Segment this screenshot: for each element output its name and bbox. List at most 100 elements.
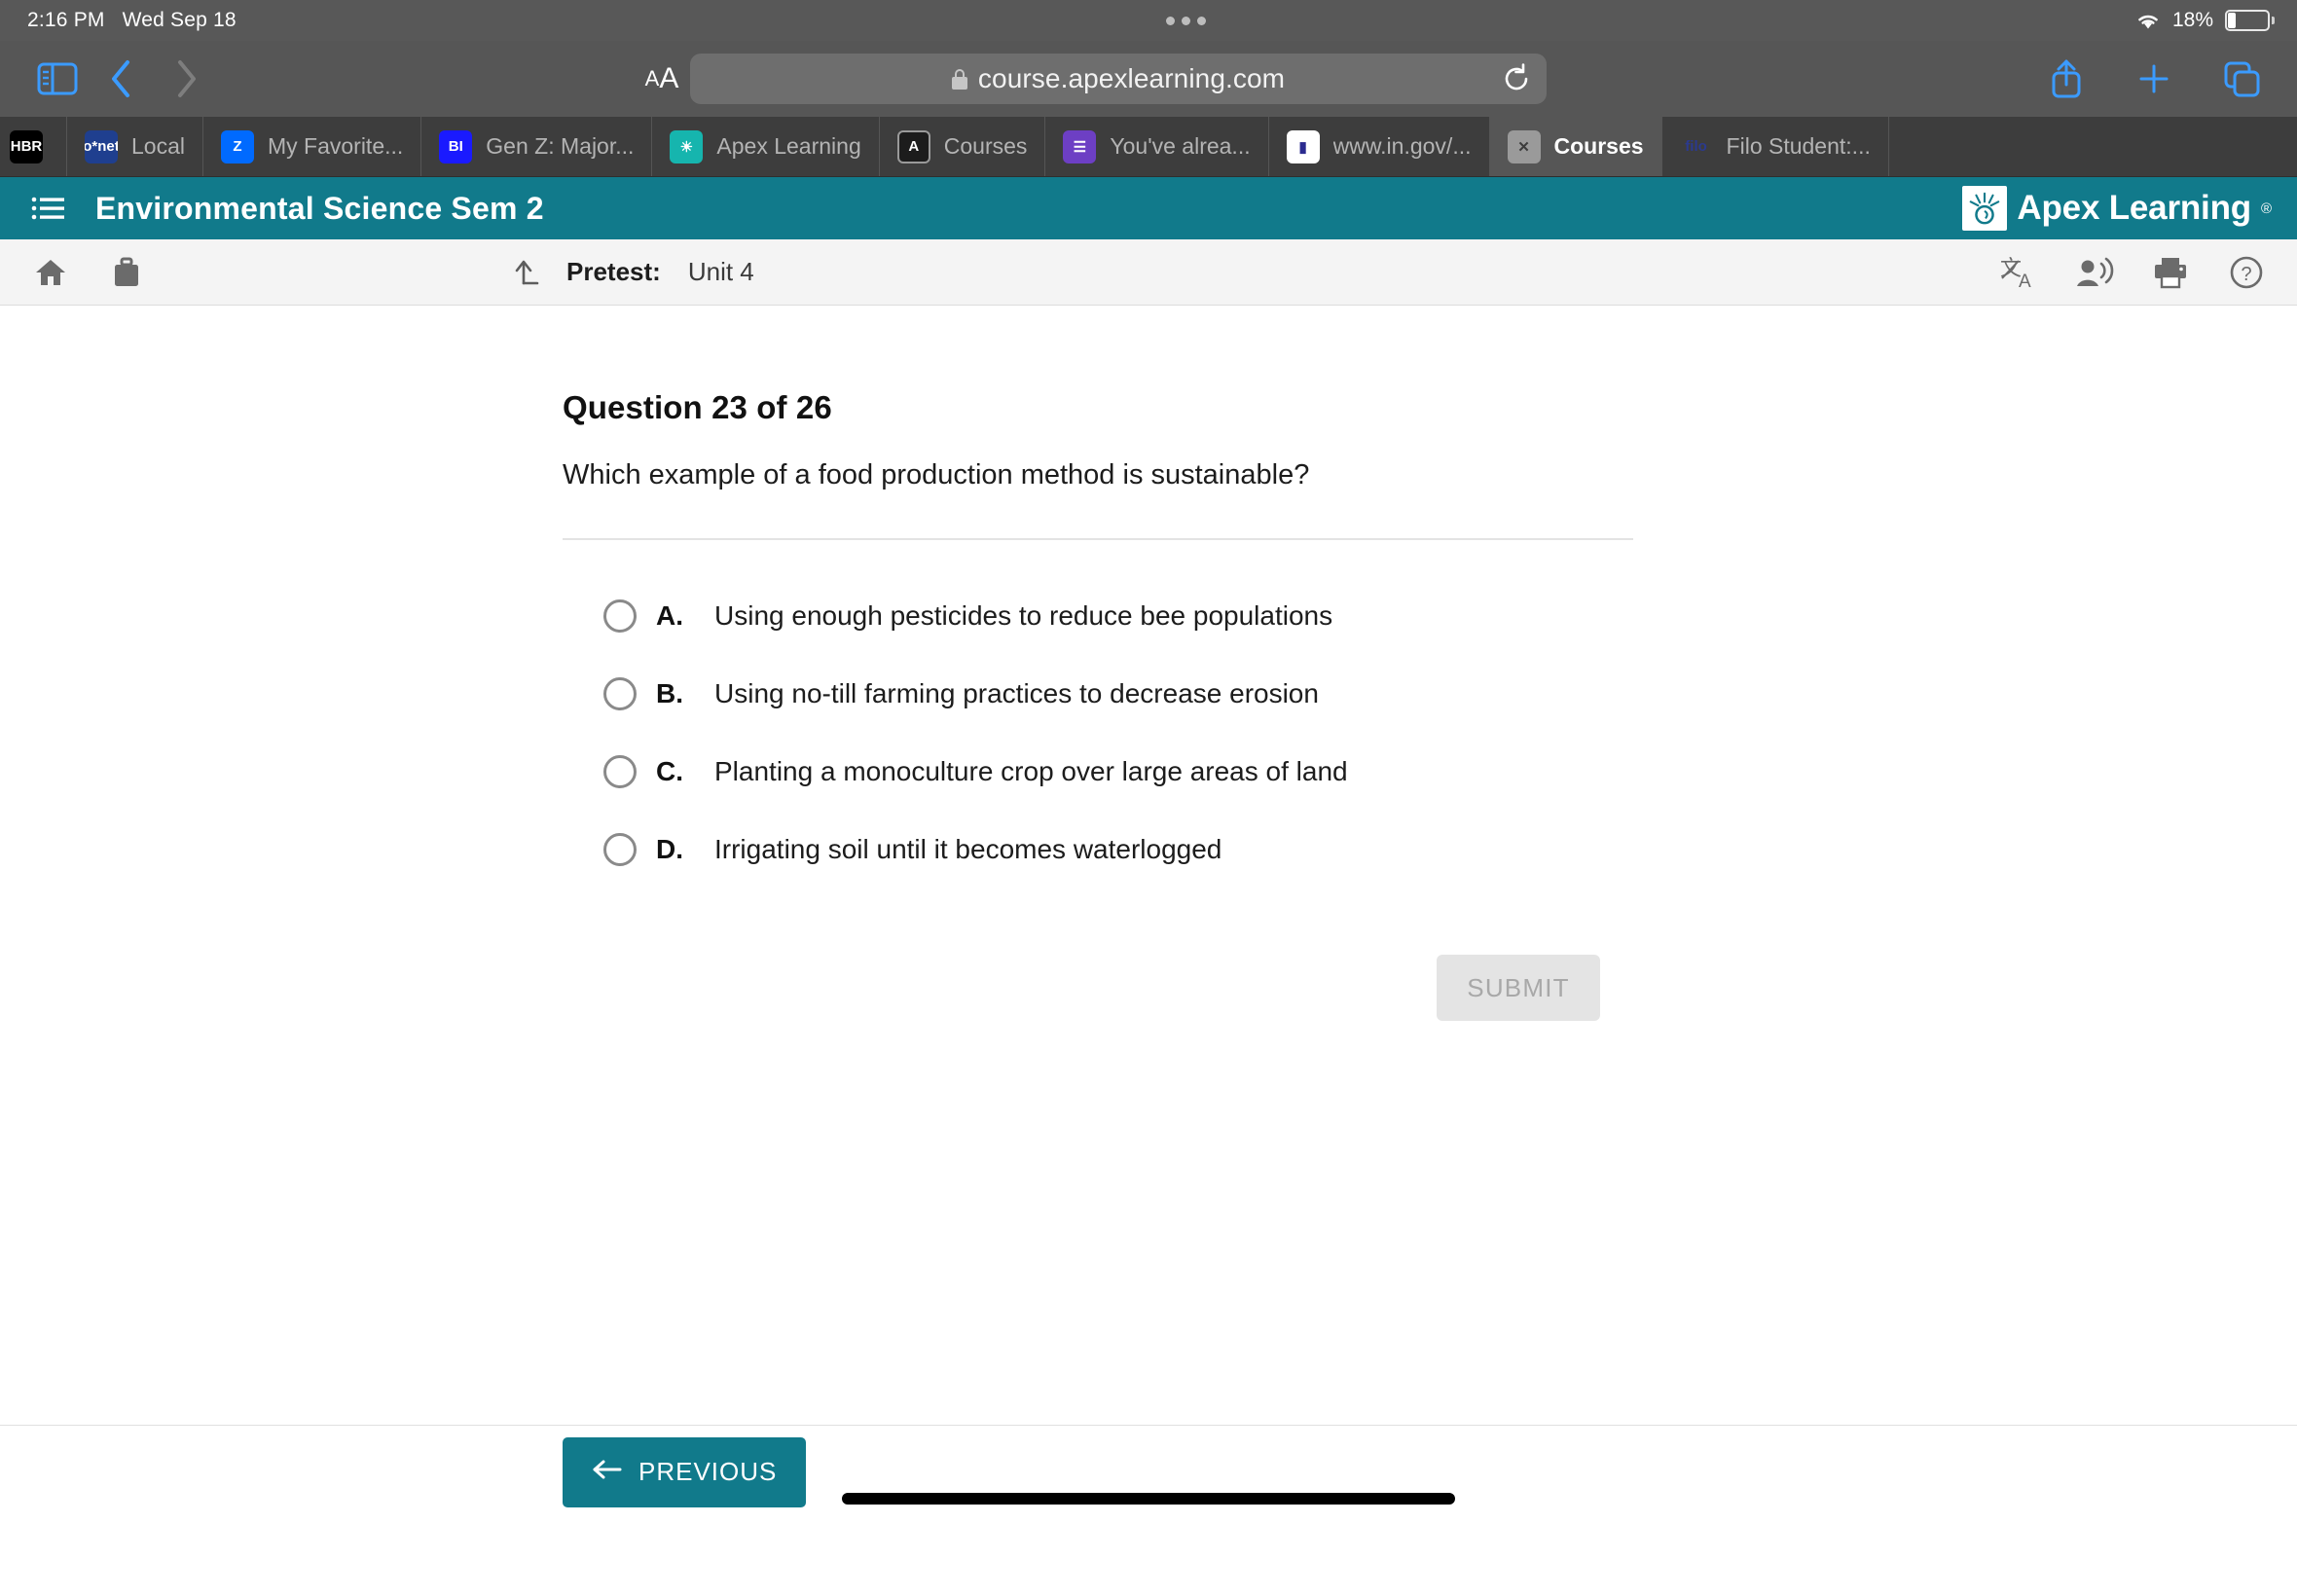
translate-icon[interactable]: 文 A <box>1997 251 2040 294</box>
activity-toolbar-right: 文 A <box>1997 251 2268 294</box>
option-text: Using enough pesticides to reduce bee po… <box>714 600 1333 631</box>
status-bar-left: 2:16 PM Wed Sep 18 <box>27 9 237 32</box>
briefcase-icon[interactable] <box>105 251 148 294</box>
arrow-left-icon <box>592 1457 623 1487</box>
activity-toolbar-left <box>29 251 148 294</box>
tab-label: Apex Learning <box>716 133 861 159</box>
close-icon[interactable]: ✕ <box>1507 129 1541 163</box>
option-letter: C. <box>656 756 683 786</box>
submit-button[interactable]: SUBMIT <box>1437 955 1600 1021</box>
svg-text:?: ? <box>2241 264 2251 285</box>
answer-option-c[interactable]: C. Planting a monoculture crop over larg… <box>603 733 1633 811</box>
option-text: Using no-till farming practices to decre… <box>714 678 1319 708</box>
up-level-arrow-icon[interactable] <box>506 251 549 294</box>
tab-label: My Favorite... <box>267 133 404 159</box>
radio-button-a[interactable] <box>603 599 637 633</box>
apex-learning-logo[interactable]: Apex Learning ® <box>1962 186 2272 231</box>
radio-button-d[interactable] <box>603 833 637 866</box>
option-text: Planting a monoculture crop over large a… <box>714 756 1348 786</box>
home-indicator[interactable] <box>842 1493 1455 1505</box>
apex-sunburst-logo-icon <box>1962 186 2008 231</box>
status-date: Wed Sep 18 <box>122 9 237 31</box>
tab-label: www.in.gov/... <box>1332 133 1472 159</box>
tab-item[interactable]: ☀ Apex Learning <box>652 117 880 176</box>
page-title: Environmental Science Sem 2 <box>95 190 544 226</box>
tab-item[interactable]: ▮ www.in.gov/... <box>1269 117 1490 176</box>
status-bar-right: 18% <box>2135 9 2275 32</box>
question-content-area: Question 23 of 26 Which example of a foo… <box>0 306 2297 1518</box>
option-text: Irrigating soil until it becomes waterlo… <box>714 834 1222 864</box>
tab-item[interactable]: BI Gen Z: Major... <box>421 117 653 176</box>
battery-icon <box>2225 10 2275 31</box>
zillow-icon: Z <box>220 129 254 163</box>
radio-button-b[interactable] <box>603 677 637 710</box>
help-icon[interactable]: ? <box>2225 251 2268 294</box>
tab-item[interactable]: Z My Favorite... <box>203 117 422 176</box>
filo-icon: filo <box>1685 138 1707 155</box>
option-letter: D. <box>656 834 683 864</box>
url-bar-container: AA course.apexlearning.com <box>218 54 2019 104</box>
tab-item[interactable]: ☰ You've alrea... <box>1045 117 1269 176</box>
question-divider <box>563 538 1633 540</box>
svg-text:A: A <box>2019 272 2031 290</box>
tab-item[interactable]: o*net Local <box>67 117 203 176</box>
forward-button <box>154 50 218 108</box>
tab-label: Local <box>131 133 185 159</box>
address-bar[interactable]: AA course.apexlearning.com <box>645 54 1547 104</box>
tab-item[interactable]: filo Filo Student:... <box>1662 117 1889 176</box>
tab-label: Gen Z: Major... <box>486 133 635 159</box>
registered-mark: ® <box>2260 200 2272 217</box>
plus-icon[interactable] <box>2124 50 2184 108</box>
option-letter: B. <box>656 678 683 708</box>
in-gov-icon: ▮ <box>1286 129 1320 163</box>
reload-icon[interactable] <box>1500 62 1533 95</box>
tab-item[interactable]: HBR <box>0 117 67 176</box>
submit-row: SUBMIT <box>563 955 1633 1021</box>
tab-label: Courses <box>943 133 1028 159</box>
onet-icon: o*net <box>85 129 118 163</box>
ipad-safari-window: 2:16 PM Wed Sep 18 18% A A course.apexle… <box>0 0 2297 1596</box>
share-icon[interactable] <box>2036 50 2096 108</box>
browser-tab-bar: HBR o*net Local Z My Favorite... BI Gen … <box>0 117 2297 177</box>
toolbar-right-actions <box>2019 50 2272 108</box>
tab-item-active[interactable]: ✕ Courses <box>1489 117 1662 176</box>
apex-learning-icon: ☀ <box>670 129 704 163</box>
question-panel: Question 23 of 26 Which example of a foo… <box>563 389 1633 1021</box>
back-button[interactable] <box>90 50 154 108</box>
activity-type-label: Pretest: <box>566 257 661 286</box>
multitask-dot <box>1165 16 1175 25</box>
radio-button-c[interactable] <box>603 755 637 788</box>
multitask-dot <box>1181 16 1190 25</box>
read-aloud-icon[interactable] <box>2073 251 2116 294</box>
home-icon[interactable] <box>29 251 72 294</box>
navigation-footer: PREVIOUS <box>0 1425 2297 1518</box>
answer-option-d[interactable]: D. Irrigating soil until it becomes wate… <box>603 811 1633 889</box>
multitask-handle[interactable] <box>237 16 2135 25</box>
answer-option-b[interactable]: B. Using no-till farming practices to de… <box>603 655 1633 733</box>
multitask-dot <box>1196 16 1206 25</box>
option-letter: A. <box>656 600 683 631</box>
lock-icon <box>951 68 967 90</box>
apex-logo-text: Apex Learning <box>2017 189 2251 227</box>
aa-big-letter: A <box>659 62 679 94</box>
answer-option-a[interactable]: A. Using enough pesticides to reduce bee… <box>603 577 1633 655</box>
tabs-overview-icon[interactable] <box>2211 50 2272 108</box>
business-insider-icon: BI <box>439 129 473 163</box>
tab-label: Courses <box>1553 133 1644 159</box>
print-icon[interactable] <box>2149 251 2192 294</box>
hamburger-menu-icon[interactable] <box>25 192 70 225</box>
status-time: 2:16 PM <box>27 9 105 31</box>
sidebar-icon[interactable] <box>25 50 90 108</box>
tab-item[interactable]: A Courses <box>880 117 1046 176</box>
google-forms-icon: ☰ <box>1063 129 1097 163</box>
safari-toolbar: AA course.apexlearning.com <box>0 41 2297 117</box>
aa-small-letter: A <box>644 66 660 91</box>
question-heading: Question 23 of 26 <box>563 389 832 425</box>
question-prompt: Which example of a food production metho… <box>563 459 1310 490</box>
page-settings-button[interactable]: AA <box>636 54 688 104</box>
activity-name: Unit 4 <box>687 257 754 286</box>
previous-button[interactable]: PREVIOUS <box>563 1436 807 1507</box>
url-text: course.apexlearning.com <box>977 63 1286 93</box>
activity-breadcrumb: Pretest: Unit 4 <box>506 251 754 294</box>
tab-label: You've alrea... <box>1110 133 1251 159</box>
